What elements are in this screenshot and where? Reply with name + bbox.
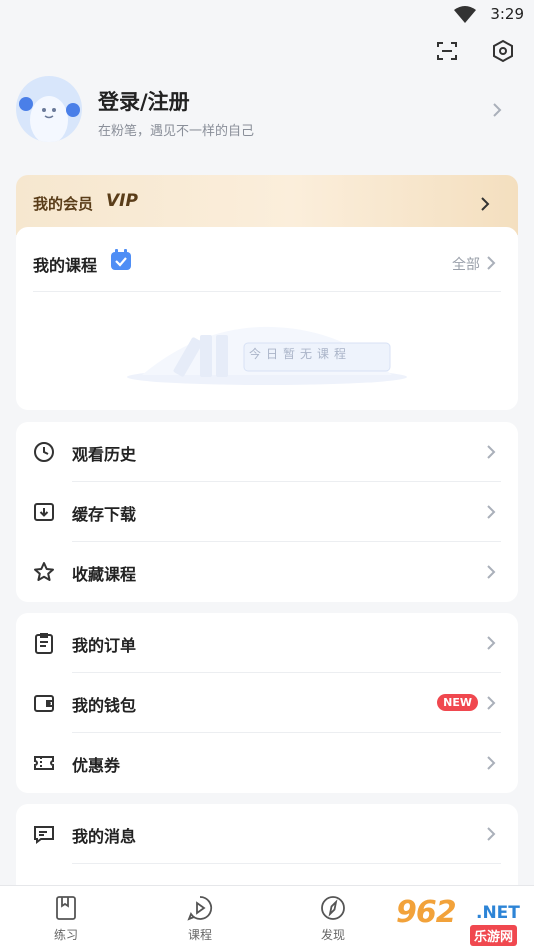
menu-item-my-wallet[interactable]: 我的钱包 NEW bbox=[16, 673, 518, 733]
vip-tag: VIP bbox=[106, 191, 138, 211]
divider bbox=[33, 291, 501, 292]
coupon-icon bbox=[33, 752, 55, 774]
menu-item-label: 我的钱包 bbox=[72, 696, 137, 715]
all-courses-link[interactable]: 全部 bbox=[452, 254, 480, 274]
chevron-right-icon bbox=[486, 635, 496, 655]
watermark-net: .NET bbox=[476, 903, 520, 923]
watermark-logo: 962 .NET 乐游网 bbox=[394, 893, 534, 949]
tab-courses[interactable]: 课程 bbox=[160, 894, 240, 943]
menu-group-1: 观看历史 缓存下载 收藏课程 bbox=[16, 422, 518, 602]
vip-label: 我的会员 bbox=[33, 195, 94, 213]
profile-header[interactable]: 登录/注册 在粉笔，遇见不一样的自己 bbox=[16, 76, 518, 144]
scan-icon[interactable] bbox=[434, 38, 460, 64]
menu-item-label: 收藏课程 bbox=[72, 565, 137, 584]
menu-item-coupons[interactable]: 优惠券 bbox=[16, 733, 518, 793]
watermark-site: 乐游网 bbox=[470, 925, 518, 946]
avatar[interactable] bbox=[16, 76, 82, 142]
menu-item-label: 缓存下载 bbox=[72, 505, 137, 524]
chevron-right-icon bbox=[486, 755, 496, 775]
chevron-right-icon bbox=[486, 564, 496, 584]
chevron-right-icon bbox=[486, 826, 496, 846]
menu-item-download-cache[interactable]: 缓存下载 bbox=[16, 482, 518, 542]
status-time: 3:29 bbox=[490, 5, 524, 23]
book-icon bbox=[52, 894, 80, 922]
my-courses-title: 我的课程 bbox=[33, 256, 98, 275]
menu-item-watch-history[interactable]: 观看历史 bbox=[16, 422, 518, 482]
chevron-right-icon bbox=[486, 695, 496, 715]
status-bar: 3:29 bbox=[0, 0, 534, 30]
message-icon bbox=[33, 823, 55, 845]
menu-item-label: 优惠券 bbox=[72, 756, 121, 775]
clipboard-icon bbox=[33, 632, 55, 654]
play-chat-icon bbox=[186, 894, 214, 922]
chevron-right-icon bbox=[486, 444, 496, 464]
settings-hexagon-icon[interactable] bbox=[490, 38, 516, 64]
watermark-number: 962 bbox=[396, 895, 457, 930]
menu-item-favorite-courses[interactable]: 收藏课程 bbox=[16, 542, 518, 602]
tab-discover[interactable]: 发现 bbox=[293, 894, 373, 943]
menu-item-label: 观看历史 bbox=[72, 445, 137, 464]
chevron-right-icon bbox=[486, 255, 496, 275]
compass-icon bbox=[319, 894, 347, 922]
clock-icon bbox=[33, 441, 55, 463]
login-register-link[interactable]: 登录/注册 bbox=[98, 86, 190, 116]
divider bbox=[72, 863, 501, 864]
chevron-right-icon bbox=[480, 196, 490, 216]
menu-item-label: 我的消息 bbox=[72, 827, 137, 846]
menu-item-my-orders[interactable]: 我的订单 bbox=[16, 613, 518, 673]
vip-banner[interactable]: 我的会员 VIP bbox=[16, 175, 518, 235]
chevron-right-icon bbox=[486, 504, 496, 524]
tab-label: 发现 bbox=[320, 928, 345, 942]
empty-courses-text: 今日暂无课程 bbox=[249, 347, 352, 361]
calendar-check-icon bbox=[110, 249, 132, 275]
profile-subtitle: 在粉笔，遇见不一样的自己 bbox=[98, 124, 255, 139]
tab-practice[interactable]: 练习 bbox=[26, 894, 106, 943]
star-icon bbox=[33, 561, 55, 583]
download-icon bbox=[33, 501, 55, 523]
menu-group-2: 我的订单 我的钱包 NEW 优惠券 bbox=[16, 613, 518, 793]
new-badge: NEW bbox=[437, 694, 478, 711]
tab-label: 课程 bbox=[187, 928, 212, 942]
my-courses-card: 我的课程 全部 今日暂无课程 bbox=[16, 227, 518, 410]
wifi-icon bbox=[454, 6, 476, 28]
tab-label: 练习 bbox=[53, 928, 78, 942]
wallet-icon bbox=[33, 692, 55, 714]
top-actions bbox=[434, 38, 516, 64]
chevron-right-icon bbox=[492, 102, 502, 122]
menu-item-label: 我的订单 bbox=[72, 636, 137, 655]
menu-item-my-messages[interactable]: 我的消息 bbox=[16, 804, 518, 864]
